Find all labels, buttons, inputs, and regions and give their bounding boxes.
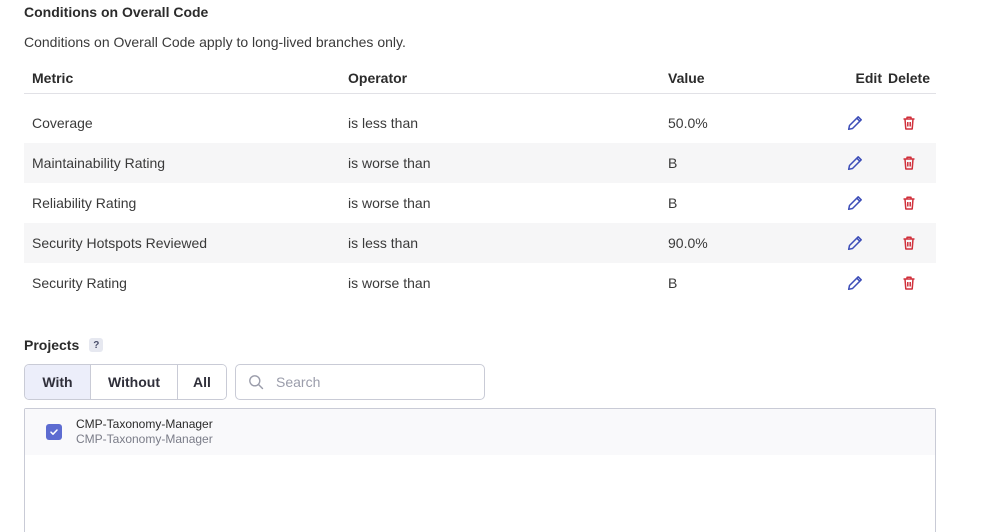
header-operator: Operator [348,69,408,86]
value-cell: 50.0% [668,115,708,131]
trash-icon [903,116,915,130]
filter-with-button[interactable]: With [25,365,91,399]
value-cell: 90.0% [668,235,708,251]
project-key: CMP-Taxonomy-Manager [76,432,213,446]
value-cell: B [668,155,678,171]
operator-cell: is less than [348,235,419,251]
header-delete: Delete [887,69,931,86]
pencil-icon [847,116,862,131]
metric-cell: Coverage [32,115,93,131]
search-icon [249,375,264,390]
pencil-icon [847,276,862,291]
metric-cell: Maintainability Rating [32,155,166,171]
value-cell: B [668,275,678,291]
projects-title: Projects [24,337,80,353]
edit-button[interactable] [843,191,867,215]
pencil-icon [847,236,862,251]
conditions-description: Conditions on Overall Code apply to long… [24,34,406,50]
pencil-icon [847,156,862,171]
delete-button[interactable] [897,191,921,215]
conditions-title: Conditions on Overall Code [24,4,209,20]
search-box [235,364,485,400]
table-row: Maintainability Rating is worse than B [24,143,936,183]
list-item[interactable]: CMP-Taxonomy-Manager CMP-Taxonomy-Manage… [25,409,935,455]
project-checkbox[interactable] [46,424,62,440]
operator-cell: is less than [348,115,419,131]
checkmark-icon [50,429,58,435]
operator-cell: is worse than [348,275,431,291]
operator-cell: is worse than [348,195,431,211]
delete-button[interactable] [897,271,921,295]
filter-all-button[interactable]: All [178,365,226,399]
table-header: Metric Operator Value Edit Delete [24,62,936,94]
operator-cell: is worse than [348,155,431,171]
project-filter-toggle: With Without All [24,364,227,400]
table-row: Reliability Rating is worse than B [24,183,936,223]
edit-button[interactable] [843,231,867,255]
edit-button[interactable] [843,271,867,295]
trash-icon [903,276,915,290]
value-cell: B [668,195,678,211]
delete-button[interactable] [897,111,921,135]
search-input[interactable] [276,374,466,390]
header-metric: Metric [32,69,74,86]
conditions-table: Metric Operator Value Edit Delete Covera… [24,62,936,303]
filter-without-button[interactable]: Without [91,365,178,399]
pencil-icon [847,196,862,211]
projects-heading: Projects ? [24,337,104,353]
table-row: Security Rating is worse than B [24,263,936,303]
delete-button[interactable] [897,151,921,175]
project-list: CMP-Taxonomy-Manager CMP-Taxonomy-Manage… [24,408,936,532]
trash-icon [903,236,915,250]
header-edit: Edit [855,69,882,86]
metric-cell: Security Hotspots Reviewed [32,235,208,251]
trash-icon [903,156,915,170]
edit-button[interactable] [843,111,867,135]
metric-cell: Reliability Rating [32,195,137,211]
metric-cell: Security Rating [32,275,127,291]
table-row: Security Hotspots Reviewed is less than … [24,223,936,263]
delete-button[interactable] [897,231,921,255]
help-icon[interactable]: ? [89,338,104,352]
project-name: CMP-Taxonomy-Manager [76,417,213,431]
table-row: Coverage is less than 50.0% [24,103,936,143]
header-value: Value [668,69,705,86]
edit-button[interactable] [843,151,867,175]
trash-icon [903,196,915,210]
